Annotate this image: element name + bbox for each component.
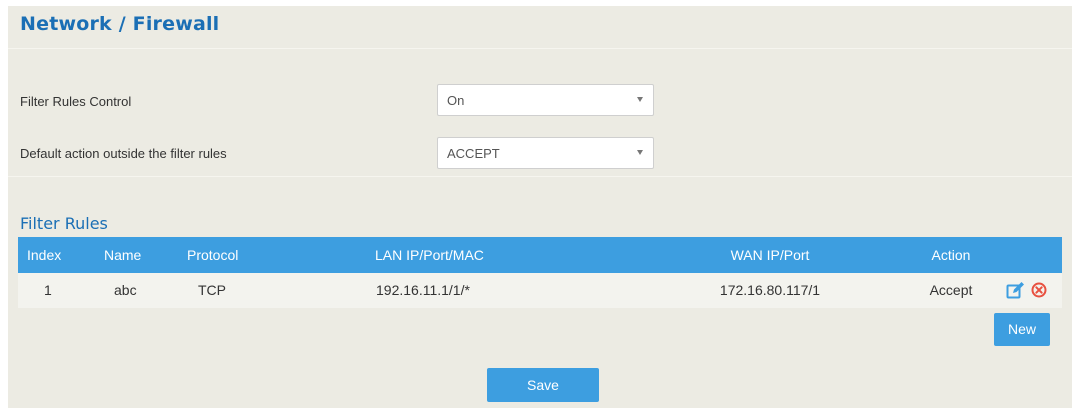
- column-header-wan: WAN IP/Port: [730, 247, 810, 263]
- default-action-label: Default action outside the filter rules: [20, 146, 227, 161]
- save-button[interactable]: Save: [487, 368, 599, 402]
- divider: [8, 48, 1072, 49]
- filter-rules-control-select[interactable]: On: [437, 84, 654, 116]
- cell-lan: 192.16.11.1/1/*: [376, 282, 470, 298]
- chevron-down-icon: [637, 97, 643, 102]
- cell-wan: 172.16.80.117/1: [719, 282, 821, 298]
- column-header-lan: LAN IP/Port/MAC: [375, 247, 484, 263]
- edit-icon[interactable]: [1006, 281, 1025, 299]
- column-header-action: Action: [931, 247, 971, 263]
- filter-rules-table-header: Index Name Protocol LAN IP/Port/MAC WAN …: [18, 237, 1062, 273]
- column-header-index: Index: [27, 247, 62, 263]
- delete-icon[interactable]: [1031, 282, 1047, 298]
- new-rule-button[interactable]: New: [994, 313, 1050, 346]
- chevron-down-icon: [637, 150, 643, 155]
- page-title: Network / Firewall: [20, 13, 220, 35]
- cell-name: abc: [114, 282, 137, 298]
- table-row: 1 abc TCP 192.16.11.1/1/* 172.16.80.117/…: [18, 273, 1062, 308]
- cell-index: 1: [44, 282, 52, 298]
- cell-protocol: TCP: [198, 282, 226, 298]
- divider: [8, 176, 1072, 177]
- default-action-select[interactable]: ACCEPT: [437, 137, 654, 169]
- cell-action: Accept: [929, 282, 973, 298]
- filter-rules-control-value: On: [447, 93, 465, 108]
- column-header-name: Name: [104, 247, 142, 263]
- column-header-protocol: Protocol: [187, 247, 239, 263]
- filter-rules-title: Filter Rules: [20, 214, 108, 233]
- settings-panel: Network / Firewall Filter Rules Control …: [8, 6, 1072, 408]
- filter-rules-control-label: Filter Rules Control: [20, 94, 132, 109]
- default-action-value: ACCEPT: [447, 146, 500, 161]
